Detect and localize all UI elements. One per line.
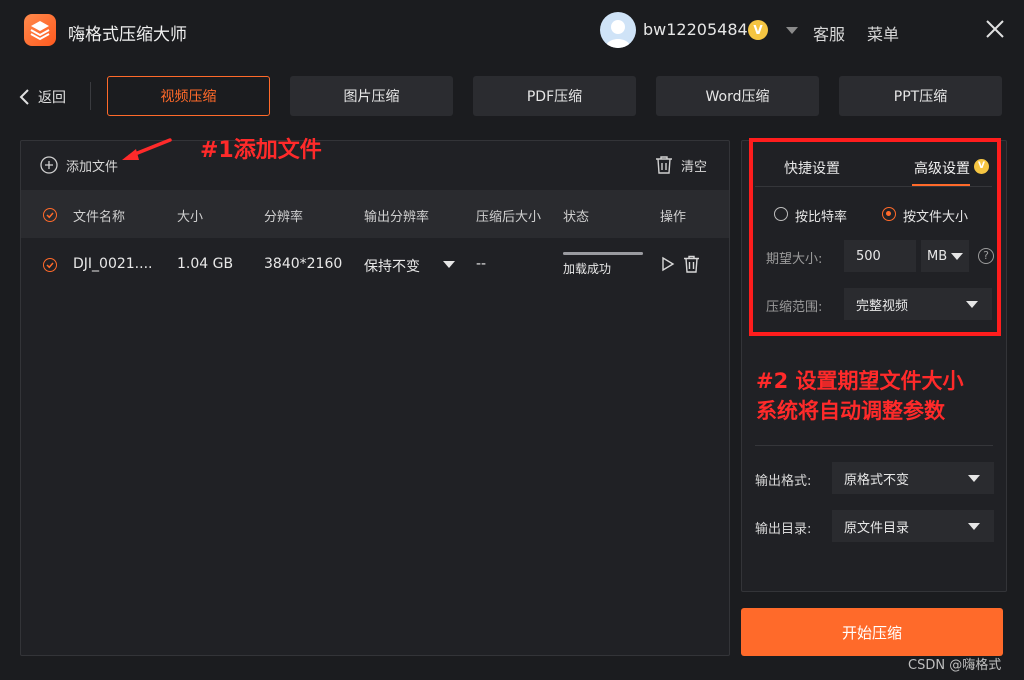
- annotation-arrow-icon: [122, 138, 172, 160]
- output-format-dropdown[interactable]: 原格式不变: [832, 462, 994, 494]
- select-all-checkbox[interactable]: [43, 208, 57, 222]
- row-filename: DJI_0021....: [73, 256, 153, 272]
- column-header-size: 大小: [177, 210, 204, 225]
- load-progress-bar: [563, 252, 643, 255]
- column-header-status: 状态: [563, 210, 590, 225]
- start-compress-button[interactable]: 开始压缩: [741, 608, 1003, 656]
- chevron-down-icon: [968, 523, 980, 530]
- app-title: 嗨格式压缩大师: [68, 25, 187, 45]
- output-dir-value: 原文件目录: [844, 520, 910, 536]
- column-header-filename: 文件名称: [73, 210, 126, 225]
- settings-divider: [755, 445, 993, 446]
- chevron-down-icon: [443, 261, 455, 268]
- output-dir-dropdown[interactable]: 原文件目录: [832, 510, 994, 542]
- row-status: 加载成功: [563, 262, 612, 276]
- annotation-step2-line1: #2 设置期望文件大小: [756, 369, 964, 393]
- output-dir-label: 输出目录:: [755, 522, 812, 537]
- add-file-label: 添加文件: [66, 159, 119, 175]
- add-file-button[interactable]: 添加文件: [40, 155, 118, 175]
- tab-word-compress[interactable]: Word压缩: [656, 76, 819, 116]
- tab-ppt-compress[interactable]: PPT压缩: [839, 76, 1002, 116]
- back-button[interactable]: 返回: [18, 86, 66, 108]
- play-icon[interactable]: [660, 256, 676, 272]
- nav-divider: [90, 82, 91, 110]
- column-header-actions: 操作: [660, 210, 687, 225]
- column-header-compressed-size: 压缩后大小: [476, 210, 542, 225]
- annotation-highlight-box: [749, 138, 1001, 336]
- app-logo-icon: [24, 14, 56, 46]
- output-resolution-value: 保持不变: [364, 259, 420, 275]
- output-format-label: 输出格式:: [755, 474, 812, 489]
- user-menu-chevron-down-icon[interactable]: [786, 27, 798, 34]
- row-compressed-size: --: [476, 256, 487, 272]
- annotation-step1: #1添加文件: [200, 138, 322, 163]
- watermark: CSDN @嗨格式: [908, 658, 1002, 673]
- username: bw12205484: [643, 20, 748, 39]
- output-format-value: 原格式不变: [844, 472, 910, 488]
- close-icon[interactable]: [985, 19, 1005, 39]
- clear-button[interactable]: 清空: [655, 155, 707, 175]
- tab-image-compress[interactable]: 图片压缩: [290, 76, 453, 116]
- back-label: 返回: [38, 90, 66, 106]
- row-size: 1.04 GB: [177, 256, 234, 272]
- chevron-left-icon: [19, 89, 29, 105]
- row-checkbox[interactable]: [43, 258, 57, 272]
- output-resolution-dropdown[interactable]: 保持不变: [364, 252, 460, 278]
- avatar[interactable]: [600, 12, 636, 48]
- column-header-output-resolution: 输出分辨率: [364, 210, 430, 225]
- tab-video-compress[interactable]: 视频压缩: [107, 76, 270, 116]
- row-delete-trash-icon[interactable]: [683, 255, 700, 273]
- clear-label: 清空: [681, 159, 708, 175]
- chevron-down-icon: [968, 475, 980, 482]
- trash-icon: [656, 156, 672, 174]
- vip-badge-icon: V: [748, 20, 768, 40]
- plus-circle-icon: [40, 156, 58, 174]
- load-progress-fill: [563, 252, 643, 255]
- annotation-step2: #2 设置期望文件大小 系统将自动调整参数: [756, 366, 964, 426]
- customer-service-link[interactable]: 客服: [813, 21, 845, 45]
- tab-pdf-compress[interactable]: PDF压缩: [473, 76, 636, 116]
- menu-link[interactable]: 菜单: [867, 21, 899, 45]
- annotation-step2-line2: 系统将自动调整参数: [756, 399, 945, 423]
- column-header-resolution: 分辨率: [264, 210, 304, 225]
- row-resolution: 3840*2160: [264, 256, 343, 272]
